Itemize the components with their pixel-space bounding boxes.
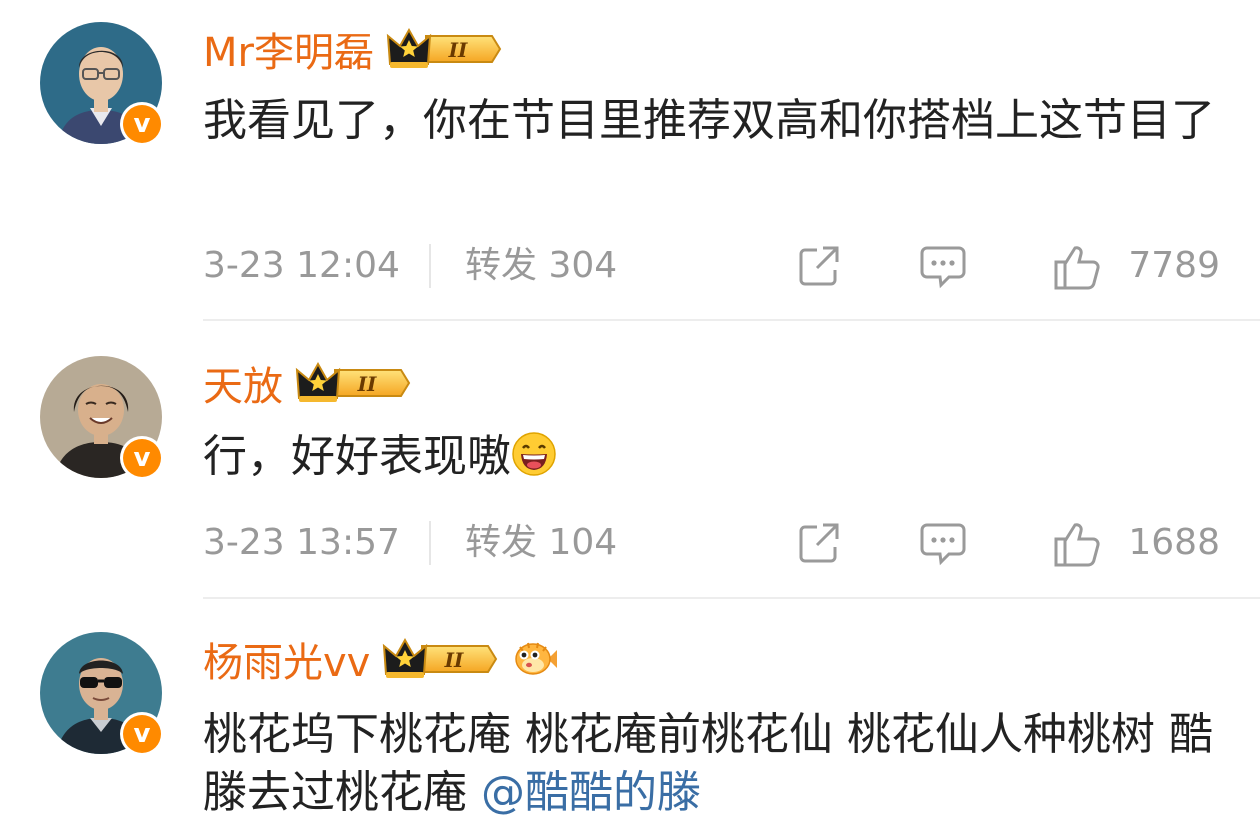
pufferfish-icon[interactable] <box>512 639 558 679</box>
comment-text-content: 桃花坞下桃花庵 桃花庵前桃花仙 桃花仙人种桃树 酷滕去过桃花庵 <box>203 709 1213 818</box>
mention-link[interactable]: @酷酷的滕 <box>481 767 701 818</box>
svg-text:II: II <box>444 648 464 672</box>
name-row: 杨雨光vv II <box>203 632 558 686</box>
comment-text: 桃花坞下桃花庵 桃花庵前桃花仙 桃花仙人种桃树 酷滕去过桃花庵 @酷酷的滕 <box>203 706 1233 822</box>
verified-badge-icon: v <box>120 712 164 756</box>
crown-level-badge-icon[interactable]: II <box>382 636 498 682</box>
avatar[interactable]: v <box>40 632 164 756</box>
comment-item: v 杨雨光vv II 桃花坞下桃花庵 桃花庵前桃花仙 桃花仙人种桃树 酷滕去过桃… <box>0 0 1260 826</box>
username[interactable]: 杨雨光vv <box>203 630 370 688</box>
